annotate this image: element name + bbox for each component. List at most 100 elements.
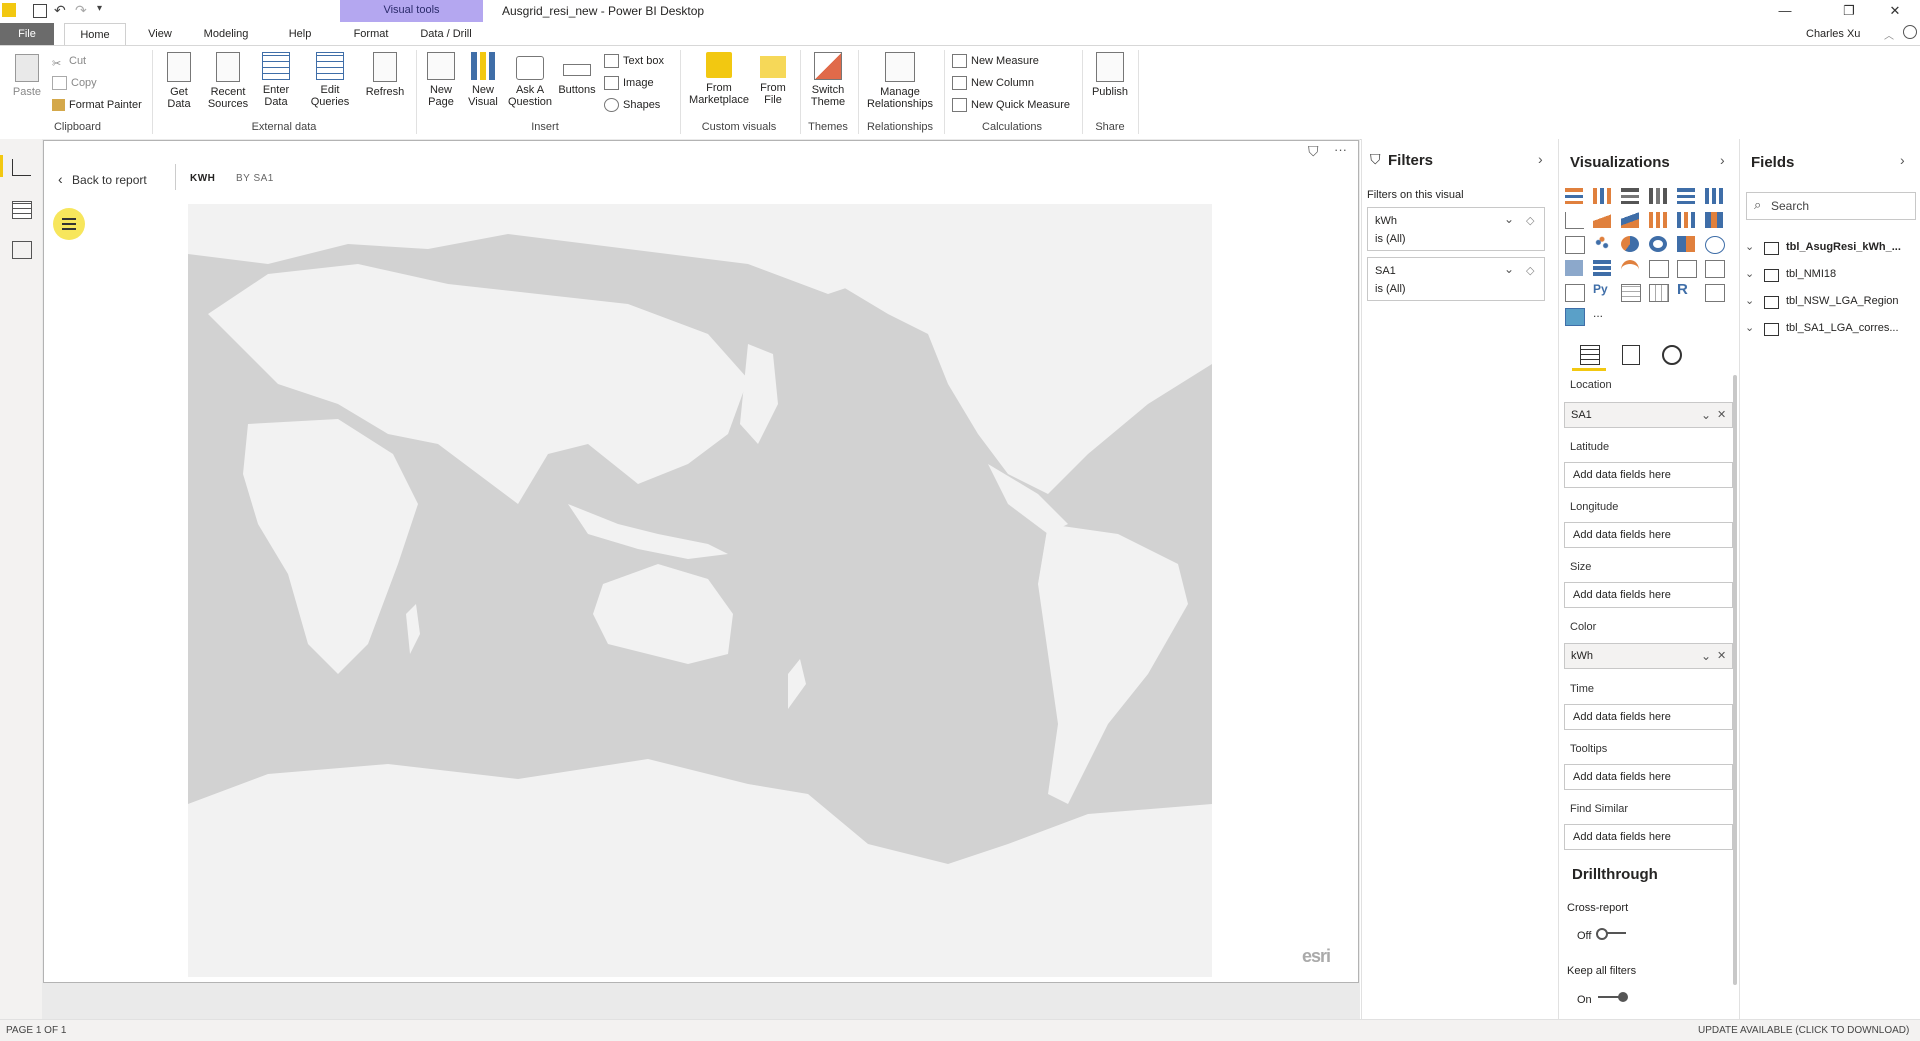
filter-card-kwh[interactable]: kWh is (All) ⌄ ◇ [1367, 207, 1545, 251]
matrix-icon[interactable] [1649, 284, 1669, 302]
kpi-icon[interactable] [1705, 260, 1725, 278]
from-file-button[interactable]: From File [756, 52, 790, 106]
r-visual-icon[interactable]: R [1677, 281, 1695, 298]
filled-map-icon[interactable] [1565, 260, 1583, 276]
card-icon[interactable] [1649, 260, 1669, 278]
new-quick-measure-button[interactable]: New Quick Measure [952, 96, 1070, 114]
tab-help[interactable]: Help [280, 23, 320, 45]
image-button[interactable]: Image [604, 74, 654, 92]
donut-icon[interactable] [1649, 236, 1667, 252]
new-page-button[interactable]: New Page [422, 52, 460, 108]
map-icon[interactable] [1705, 236, 1725, 254]
well-color[interactable]: kWh ⌄ ✕ [1564, 643, 1733, 669]
well-find-similar[interactable]: Add data fields here [1564, 824, 1733, 850]
remove-field-icon[interactable]: ✕ [1717, 403, 1726, 427]
gauge-icon[interactable] [1621, 260, 1639, 280]
back-to-report-button[interactable]: ‹ Back to report [58, 171, 147, 187]
enter-data-button[interactable]: Enter Data [258, 52, 294, 108]
manage-relationships-button[interactable]: Manage Relationships [862, 52, 938, 110]
visualizations-collapse-icon[interactable]: › [1720, 152, 1725, 168]
stacked-bar-icon[interactable] [1565, 188, 1583, 204]
tab-format[interactable]: Format [346, 23, 396, 45]
tab-data-drill[interactable]: Data / Drill [412, 23, 480, 45]
chevron-down-icon[interactable]: ⌄ [1701, 403, 1711, 427]
100-stacked-column-icon[interactable] [1705, 188, 1723, 204]
model-view-icon[interactable] [12, 241, 32, 259]
well-latitude[interactable]: Add data fields here [1564, 462, 1733, 488]
switch-theme-button[interactable]: Switch Theme [806, 52, 850, 108]
100-stacked-bar-icon[interactable] [1677, 188, 1695, 204]
well-tooltips[interactable]: Add data fields here [1564, 764, 1733, 790]
format-paint-roller-icon[interactable] [1622, 345, 1640, 365]
pie-icon[interactable] [1621, 236, 1639, 252]
field-table-row[interactable]: ⌄ tbl_AsugResi_kWh_... [1742, 236, 1917, 258]
copy-button[interactable]: Copy [52, 74, 97, 92]
line-and-column-icon[interactable] [1649, 212, 1667, 228]
help-icon[interactable] [1903, 25, 1917, 39]
remove-field-icon[interactable]: ✕ [1717, 644, 1726, 668]
data-view-icon[interactable] [12, 201, 32, 219]
well-longitude[interactable]: Add data fields here [1564, 522, 1733, 548]
area-chart-icon[interactable] [1593, 212, 1611, 228]
field-table-row[interactable]: ⌄ tbl_SA1_LGA_corres... [1742, 317, 1917, 339]
clustered-column-icon[interactable] [1649, 188, 1667, 204]
map-visual[interactable] [188, 204, 1212, 977]
line-chart-icon[interactable] [1565, 212, 1584, 229]
scatter-icon[interactable] [1593, 236, 1611, 252]
fields-well-tab-icon[interactable] [1580, 345, 1600, 365]
hamburger-menu-button[interactable] [53, 208, 85, 240]
quick-access-dropdown-icon[interactable]: ▾ [97, 3, 102, 14]
from-marketplace-button[interactable]: From Marketplace [686, 52, 752, 106]
tab-modeling[interactable]: Modeling [194, 23, 258, 45]
python-visual-icon[interactable]: Py [1593, 282, 1611, 298]
waterfall-icon[interactable] [1565, 236, 1585, 254]
cross-report-toggle[interactable] [1596, 928, 1626, 940]
visual-filter-icon[interactable]: ⛉ [1308, 143, 1319, 160]
save-icon[interactable] [33, 4, 47, 18]
refresh-button[interactable]: Refresh [364, 52, 406, 98]
filter-card-sa1[interactable]: SA1 is (All) ⌄ ◇ [1367, 257, 1545, 301]
text-box-button[interactable]: Text box [604, 52, 664, 70]
tab-view[interactable]: View [138, 23, 182, 45]
redo-icon[interactable]: ↷ [75, 2, 87, 19]
edit-queries-button[interactable]: Edit Queries [310, 52, 350, 108]
treemap-icon[interactable] [1677, 236, 1695, 252]
collapse-ribbon-icon[interactable]: ︿ [1884, 27, 1894, 42]
cut-button[interactable]: ✂ Cut [52, 52, 86, 70]
filters-collapse-icon[interactable]: › [1538, 151, 1543, 167]
publish-button[interactable]: Publish [1088, 52, 1132, 98]
fields-collapse-icon[interactable]: › [1900, 152, 1905, 168]
clustered-bar-icon[interactable] [1621, 188, 1639, 204]
new-measure-button[interactable]: New Measure [952, 52, 1039, 70]
line-and-clustered-column-icon[interactable] [1677, 212, 1695, 228]
analytics-magnifier-icon[interactable] [1662, 345, 1682, 365]
table-visual-icon[interactable] [1621, 284, 1641, 302]
new-visual-button[interactable]: New Visual [466, 52, 500, 108]
multi-row-card-icon[interactable] [1677, 260, 1697, 278]
recent-sources-button[interactable]: Recent Sources [204, 52, 252, 110]
eraser-icon[interactable]: ◇ [1526, 214, 1534, 227]
format-painter-button[interactable]: Format Painter [52, 96, 142, 114]
well-location[interactable]: SA1 ⌄ ✕ [1564, 402, 1733, 428]
slicer-icon[interactable] [1565, 284, 1585, 302]
keep-all-filters-toggle[interactable] [1598, 992, 1628, 1002]
shapes-button[interactable]: Shapes [604, 96, 660, 114]
close-button[interactable]: ✕ [1872, 0, 1918, 22]
stacked-column-icon[interactable] [1593, 188, 1611, 204]
restore-button[interactable]: ❐ [1826, 0, 1872, 22]
new-column-button[interactable]: New Column [952, 74, 1034, 92]
tab-file[interactable]: File [0, 23, 54, 45]
eraser-icon[interactable]: ◇ [1526, 264, 1534, 277]
key-influencers-icon[interactable] [1705, 284, 1725, 302]
update-available-link[interactable]: UPDATE AVAILABLE (CLICK TO DOWNLOAD) [1698, 1025, 1909, 1036]
buttons-button[interactable]: Buttons [556, 52, 598, 96]
arcgis-map-icon[interactable] [1565, 308, 1585, 326]
well-size[interactable]: Add data fields here [1564, 582, 1733, 608]
ask-question-button[interactable]: Ask A Question [506, 52, 554, 108]
chevron-down-icon[interactable]: ⌄ [1701, 644, 1711, 668]
stacked-area-icon[interactable] [1621, 212, 1639, 228]
visual-more-options-icon[interactable]: ··· [1334, 142, 1347, 157]
fields-search-box[interactable]: ⌕ Search [1746, 192, 1916, 220]
field-table-row[interactable]: ⌄ tbl_NSW_LGA_Region [1742, 290, 1917, 312]
more-visuals-icon[interactable]: ... [1593, 306, 1611, 322]
